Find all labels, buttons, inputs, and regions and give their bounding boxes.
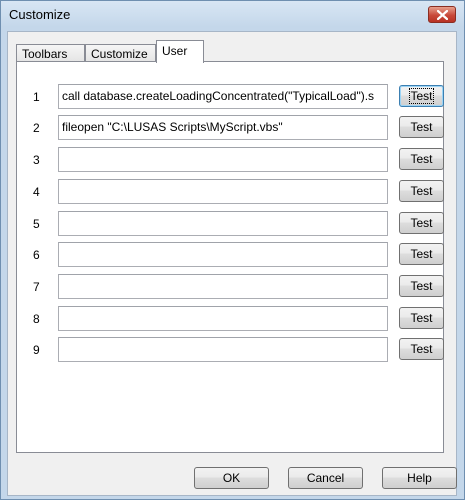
- script-row-2: 2 fileopen "C:\LUSAS Scripts\MyScript.vb…: [17, 115, 444, 141]
- row-number: 6: [33, 248, 40, 262]
- row-number: 9: [33, 343, 40, 357]
- script-input-6[interactable]: [58, 242, 388, 267]
- script-input-2[interactable]: fileopen "C:\LUSAS Scripts\MyScript.vbs": [58, 115, 388, 140]
- test-button-9[interactable]: Test: [399, 338, 444, 360]
- script-input-8[interactable]: [58, 306, 388, 331]
- test-button-4[interactable]: Test: [399, 180, 444, 202]
- script-row-3: 3 Test: [17, 147, 444, 173]
- ok-button[interactable]: OK: [194, 467, 269, 489]
- row-number: 4: [33, 185, 40, 199]
- script-row-8: 8 Test: [17, 306, 444, 332]
- script-row-6: 6 Test: [17, 242, 444, 268]
- test-button-6[interactable]: Test: [399, 243, 444, 265]
- row-number: 8: [33, 312, 40, 326]
- tab-toolbars[interactable]: Toolbars: [16, 44, 85, 62]
- help-button[interactable]: Help: [382, 467, 457, 489]
- test-button-1[interactable]: Test: [399, 85, 444, 107]
- script-input-1[interactable]: call database.createLoadingConcentrated(…: [58, 84, 388, 109]
- row-number: 2: [33, 121, 40, 135]
- user-tab-panel: 1 call database.createLoadingConcentrate…: [16, 61, 444, 453]
- script-row-9: 9 Test: [17, 337, 444, 363]
- test-button-2[interactable]: Test: [399, 116, 444, 138]
- script-input-7[interactable]: [58, 274, 388, 299]
- customize-dialog: Customize Toolbars Customize User 1 call…: [0, 0, 465, 500]
- test-button-5[interactable]: Test: [399, 212, 444, 234]
- tab-customize[interactable]: Customize: [85, 44, 156, 62]
- test-button-7[interactable]: Test: [399, 275, 444, 297]
- row-number: 5: [33, 217, 40, 231]
- script-input-5[interactable]: [58, 211, 388, 236]
- cancel-button[interactable]: Cancel: [288, 467, 363, 489]
- close-icon: [437, 10, 448, 20]
- tab-user[interactable]: User: [156, 40, 204, 63]
- script-row-5: 5 Test: [17, 211, 444, 237]
- row-number: 1: [33, 90, 40, 104]
- script-row-7: 7 Test: [17, 274, 444, 300]
- dialog-body: Toolbars Customize User 1 call database.…: [7, 31, 457, 496]
- test-button-8[interactable]: Test: [399, 307, 444, 329]
- script-input-4[interactable]: [58, 179, 388, 204]
- close-button[interactable]: [428, 6, 456, 23]
- script-row-1: 1 call database.createLoadingConcentrate…: [17, 84, 444, 110]
- window-title: Customize: [9, 7, 71, 22]
- test-button-3[interactable]: Test: [399, 148, 444, 170]
- script-input-9[interactable]: [58, 337, 388, 362]
- script-row-4: 4 Test: [17, 179, 444, 205]
- row-number: 3: [33, 153, 40, 167]
- title-bar: Customize: [1, 1, 464, 27]
- test-button-label: Test: [409, 88, 434, 104]
- row-number: 7: [33, 280, 40, 294]
- script-input-3[interactable]: [58, 147, 388, 172]
